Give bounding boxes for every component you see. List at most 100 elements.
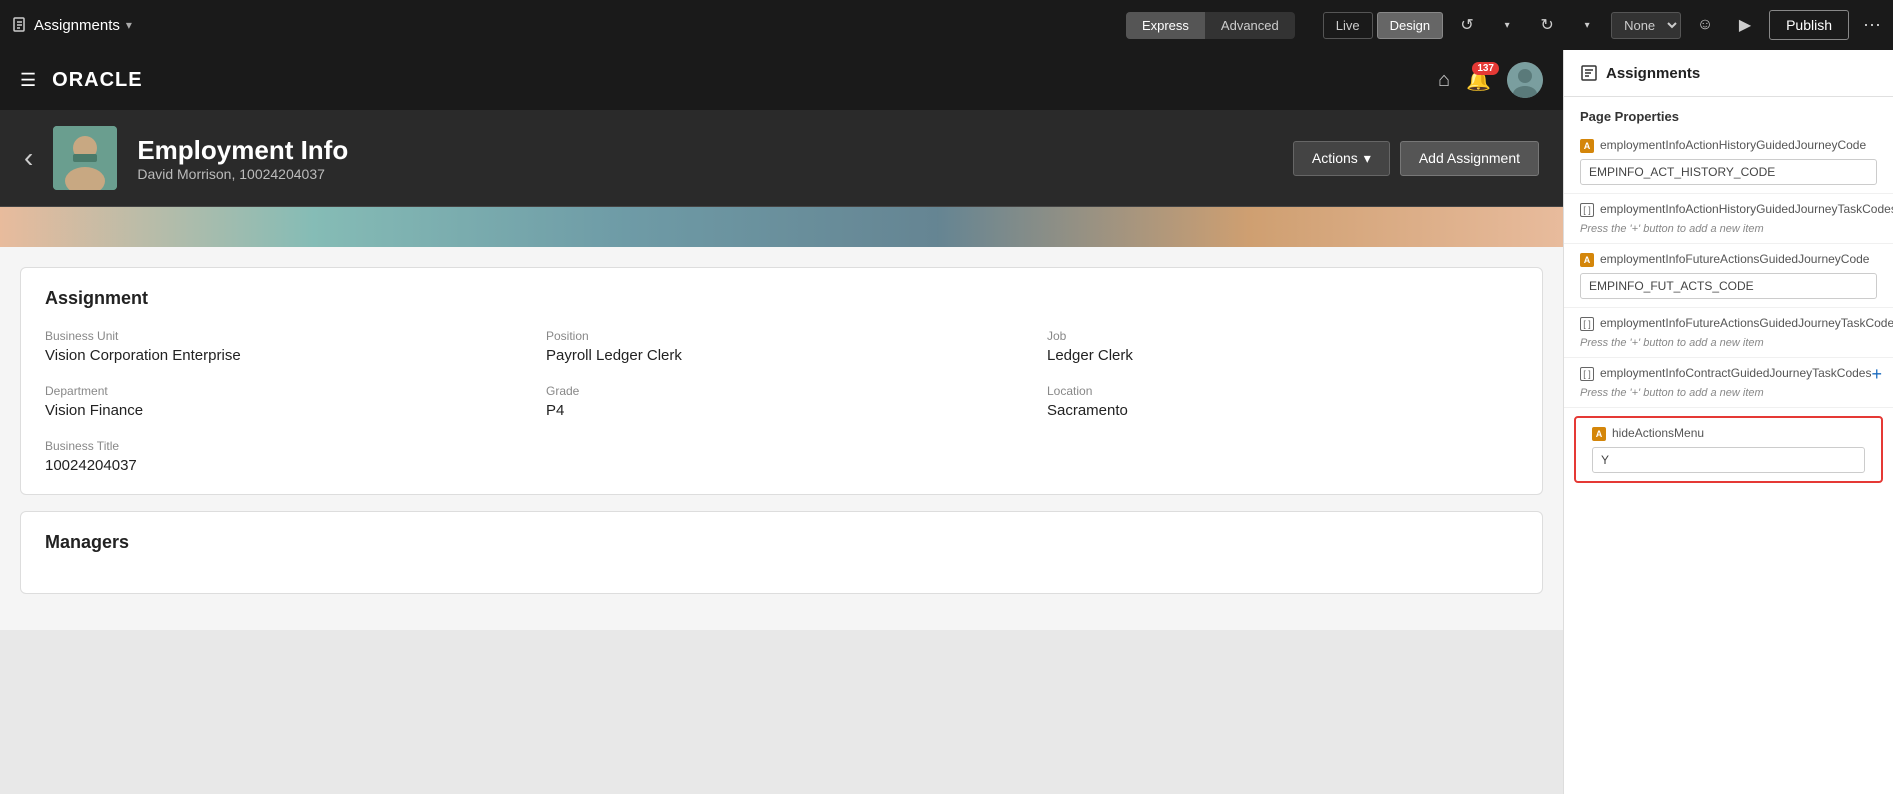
contract-task-codes-hint: Press the '+' button to add a new item: [1580, 387, 1877, 399]
position-value: Payroll Ledger Clerk: [546, 347, 1017, 364]
mode-group: Live Design: [1323, 12, 1443, 39]
panel-item-label-2: [ ] employmentInfoActionHistoryGuidedJou…: [1580, 202, 1893, 217]
grade-label: Grade: [546, 384, 1017, 398]
publish-btn[interactable]: Publish: [1769, 10, 1849, 40]
field-location: Location Sacramento: [1047, 384, 1518, 419]
field-business-unit: Business Unit Vision Corporation Enterpr…: [45, 329, 516, 364]
type-icon-bracket-2: [ ]: [1580, 203, 1594, 217]
avatar-image: [1507, 62, 1543, 98]
panel-item-future-actions-code: A employmentInfoFutureActionsGuidedJourn…: [1564, 244, 1893, 308]
none-select[interactable]: None: [1611, 12, 1681, 39]
decorative-banner-strip: [0, 207, 1563, 247]
actions-label: Actions: [1312, 150, 1358, 166]
smiley-btn[interactable]: ☺: [1689, 9, 1721, 41]
play-btn[interactable]: ▶: [1729, 9, 1761, 41]
job-value: Ledger Clerk: [1047, 347, 1518, 364]
undo-btn[interactable]: ↺: [1451, 9, 1483, 41]
undo-icon: ↺: [1460, 15, 1473, 35]
department-label: Department: [45, 384, 516, 398]
oracle-header-right: ⌂ 🔔 137: [1438, 62, 1543, 98]
app-title-container: Assignments ▾: [12, 17, 132, 34]
express-btn[interactable]: Express: [1126, 12, 1205, 39]
assignment-fields-grid: Business Unit Vision Corporation Enterpr…: [45, 329, 1518, 474]
app-title-caret[interactable]: ▾: [126, 18, 132, 32]
advanced-btn[interactable]: Advanced: [1205, 12, 1295, 39]
redo-icon: ↻: [1540, 15, 1553, 35]
type-icon-a-hide-actions: A: [1592, 427, 1606, 441]
oracle-logo: ORACLE: [52, 69, 142, 92]
panel-item-action-history-task-codes: [ ] employmentInfoActionHistoryGuidedJou…: [1564, 194, 1893, 244]
bell-container: 🔔 137: [1466, 68, 1491, 93]
top-toolbar: Assignments ▾ Express Advanced Live Desi…: [0, 0, 1893, 50]
panel-item-label-5: [ ] employmentInfoContractGuidedJourneyT…: [1580, 366, 1871, 381]
document-icon: [12, 17, 28, 33]
back-icon: ‹: [24, 142, 33, 173]
panel-item-name-hide-actions: hideActionsMenu: [1612, 426, 1704, 440]
panel-item-label-1: A employmentInfoActionHistoryGuidedJourn…: [1580, 138, 1877, 153]
employee-actions: Actions ▾ Add Assignment: [1293, 141, 1539, 176]
panel-item-label-3: A employmentInfoFutureActionsGuidedJourn…: [1580, 252, 1877, 267]
oracle-app-header: ☰ ORACLE ⌂ 🔔 137: [0, 50, 1563, 110]
panel-item-row-2: [ ] employmentInfoActionHistoryGuidedJou…: [1580, 202, 1877, 223]
future-actions-task-codes-hint: Press the '+' button to add a new item: [1580, 337, 1877, 349]
location-value: Sacramento: [1047, 402, 1518, 419]
home-icon[interactable]: ⌂: [1438, 69, 1450, 92]
field-business-title: Business Title 10024204037: [45, 439, 516, 474]
undo-caret-btn[interactable]: ▾: [1491, 9, 1523, 41]
job-label: Job: [1047, 329, 1518, 343]
assignment-section-card: Assignment Business Unit Vision Corporat…: [20, 267, 1543, 495]
panel-item-row-5: [ ] employmentInfoContractGuidedJourneyT…: [1580, 366, 1877, 387]
panel-item-name-1: employmentInfoActionHistoryGuidedJourney…: [1600, 138, 1866, 152]
design-btn[interactable]: Design: [1377, 12, 1443, 39]
business-title-value: 10024204037: [45, 457, 516, 474]
actions-btn[interactable]: Actions ▾: [1293, 141, 1390, 176]
right-panel: Assignments Page Properties A employment…: [1563, 50, 1893, 794]
redo-caret-btn[interactable]: ▾: [1571, 9, 1603, 41]
department-value: Vision Finance: [45, 402, 516, 419]
app-title-label: Assignments: [34, 17, 120, 34]
action-history-task-codes-hint: Press the '+' button to add a new item: [1580, 223, 1877, 235]
panel-item-name-5: employmentInfoContractGuidedJourneyTaskC…: [1600, 366, 1871, 380]
express-advanced-toggle: Express Advanced: [1126, 12, 1295, 39]
redo-btn[interactable]: ↻: [1531, 9, 1563, 41]
panel-item-action-history-code: A employmentInfoActionHistoryGuidedJourn…: [1564, 130, 1893, 194]
business-title-label: Business Title: [45, 439, 516, 453]
panel-item-future-actions-task-codes: [ ] employmentInfoFutureActionsGuidedJou…: [1564, 308, 1893, 358]
panel-item-label-4: [ ] employmentInfoFutureActionsGuidedJou…: [1580, 316, 1893, 331]
type-icon-bracket-4: [ ]: [1580, 317, 1594, 331]
position-label: Position: [546, 329, 1017, 343]
type-icon-a-1: A: [1580, 139, 1594, 153]
managers-section-title: Managers: [45, 532, 1518, 553]
page-content: Assignment Business Unit Vision Corporat…: [0, 247, 1563, 630]
hide-actions-menu-input[interactable]: [1592, 447, 1865, 473]
business-unit-value: Vision Corporation Enterprise: [45, 347, 516, 364]
managers-section-card: Managers: [20, 511, 1543, 594]
add-contract-task-codes-btn[interactable]: +: [1871, 364, 1882, 385]
add-assignment-btn[interactable]: Add Assignment: [1400, 141, 1539, 176]
assignment-section-title: Assignment: [45, 288, 1518, 309]
type-icon-a-3: A: [1580, 253, 1594, 267]
canvas-area: ☰ ORACLE ⌂ 🔔 137 ‹: [0, 50, 1563, 794]
location-label: Location: [1047, 384, 1518, 398]
more-options-icon[interactable]: ⋯: [1863, 15, 1881, 36]
future-actions-code-input[interactable]: [1580, 273, 1877, 299]
employment-info-banner: ‹ Employment Info David Morrison, 100242…: [0, 110, 1563, 207]
panel-item-contract-task-codes: [ ] employmentInfoContractGuidedJourneyT…: [1564, 358, 1893, 408]
hamburger-icon[interactable]: ☰: [20, 70, 36, 91]
field-job: Job Ledger Clerk: [1047, 329, 1518, 364]
actions-caret-icon: ▾: [1364, 150, 1371, 167]
avatar[interactable]: [1507, 62, 1543, 98]
action-history-code-input[interactable]: [1580, 159, 1877, 185]
live-btn[interactable]: Live: [1323, 12, 1373, 39]
right-panel-header: Assignments: [1564, 50, 1893, 97]
panel-item-name-3: employmentInfoFutureActionsGuidedJourney…: [1600, 252, 1869, 266]
back-btn[interactable]: ‹: [24, 142, 33, 174]
grade-value: P4: [546, 402, 1017, 419]
notification-badge: 137: [1472, 62, 1499, 75]
panel-item-name-4: employmentInfoFutureActionsGuidedJourney…: [1600, 316, 1893, 330]
business-unit-label: Business Unit: [45, 329, 516, 343]
main-area: ☰ ORACLE ⌂ 🔔 137 ‹: [0, 50, 1893, 794]
field-grade: Grade P4: [546, 384, 1017, 419]
panel-item-hide-actions-menu: A hideActionsMenu: [1576, 418, 1881, 481]
employee-details: Employment Info David Morrison, 10024204…: [137, 135, 1273, 182]
